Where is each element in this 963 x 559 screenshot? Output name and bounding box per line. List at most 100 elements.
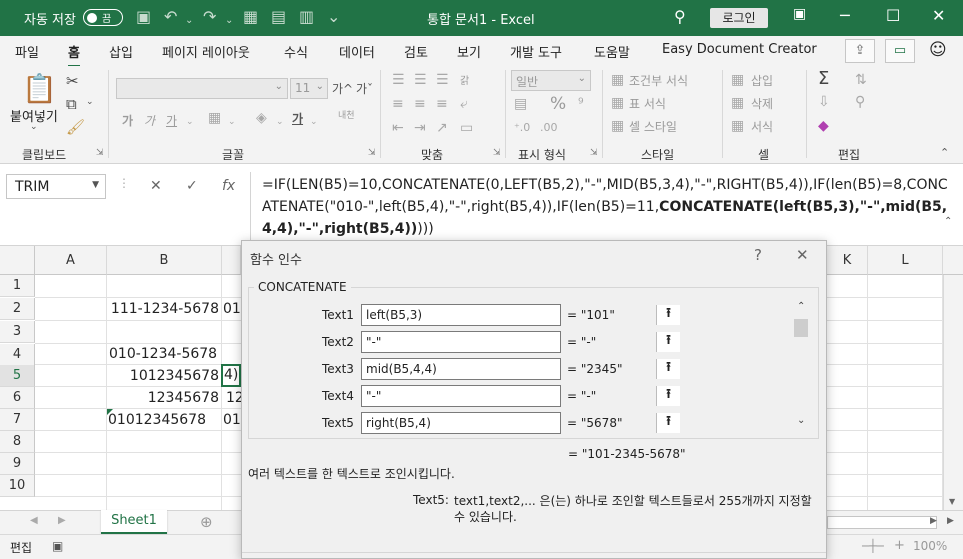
cell-b2[interactable]: 111-1234-5678 (108, 298, 219, 320)
undo-dropdown-icon[interactable]: ⌄ (185, 12, 193, 30)
copy-icon[interactable]: ⧉ (66, 95, 77, 113)
scroll-up-icon[interactable]: ⌃ (797, 301, 805, 312)
merge-center-icon[interactable]: ▭ (460, 120, 473, 136)
wrap-text-icon[interactable]: ⤶ (460, 96, 468, 112)
scroll-right-end-icon[interactable]: ▶ (947, 516, 954, 526)
cell-c5-active[interactable]: 4)) (221, 364, 241, 387)
arg-input-text2[interactable]: "-" ⭱ (361, 331, 680, 353)
cell-b4[interactable]: 010-1234-5678 (109, 343, 220, 365)
horizontal-scrollbar[interactable] (827, 516, 937, 529)
save-icon[interactable]: ▣ (136, 8, 151, 26)
decrease-indent-icon[interactable]: ⇤ (392, 120, 404, 136)
zoom-in-icon[interactable]: + (894, 538, 905, 553)
tab-developer[interactable]: 개발 도구 (510, 42, 562, 61)
column-header-b[interactable]: B (107, 246, 222, 275)
column-header-k[interactable]: K (827, 246, 868, 275)
fill-color-icon[interactable]: ◈ (256, 110, 267, 126)
align-top-icon[interactable]: ☰ (392, 72, 405, 88)
column-header-l[interactable]: L (868, 246, 943, 275)
align-center-icon[interactable]: ≡ (414, 96, 426, 112)
alignment-launcher-icon[interactable]: ⇲ (493, 148, 501, 158)
column-header-a[interactable]: A (35, 246, 107, 275)
sort-filter-icon[interactable]: ⇅ (855, 72, 867, 88)
cell-styles-button[interactable]: 셀 스타일 (629, 118, 677, 135)
paste-icon[interactable]: 📋 (22, 72, 57, 105)
macro-record-icon[interactable]: ▣ (52, 539, 63, 553)
tab-file[interactable]: 파일 (15, 42, 39, 61)
collapse-dialog-icon[interactable]: ⭱ (656, 386, 680, 406)
row-header-6[interactable]: 6 (0, 387, 35, 409)
tab-data[interactable]: 데이터 (339, 42, 375, 61)
autosum-button[interactable]: Σ (818, 68, 829, 89)
arguments-scrollbar[interactable]: ⌃ ⌄ (792, 301, 810, 429)
customize-qat-icon[interactable]: ⌄ (327, 8, 340, 26)
comments-button[interactable]: ▭ (885, 39, 915, 63)
collapse-dialog-icon[interactable]: ⭱ (656, 305, 680, 325)
arg-input-text4[interactable]: "-" ⭱ (361, 385, 680, 407)
number-format-dropdown[interactable]: 일반 ⌄ (511, 70, 591, 91)
feedback-smiley-icon[interactable]: ☺ (929, 40, 947, 60)
format-painter-icon[interactable]: 🖌 (66, 118, 85, 136)
text-direction-icon[interactable]: ↗ (436, 120, 448, 136)
table-icon[interactable]: ▦ (243, 8, 258, 26)
find-select-icon[interactable]: ⚲ (855, 94, 865, 110)
align-bottom-icon[interactable]: ☰ (436, 72, 449, 88)
select-all-corner[interactable] (0, 246, 35, 275)
cell-b6[interactable]: 12345678 (108, 387, 219, 409)
sheet-tab-sheet1[interactable]: Sheet1 (101, 510, 167, 534)
autosave-toggle[interactable]: 끔 (83, 9, 123, 26)
bold-button[interactable]: 가 (122, 112, 133, 129)
format-as-table-button[interactable]: 표 서식 (629, 95, 666, 112)
row-header-2[interactable]: 2 (0, 298, 35, 320)
form-icon[interactable]: ▤ (271, 8, 286, 26)
font-color-dropdown-icon[interactable]: ⌄ (310, 114, 318, 130)
scroll-thumb[interactable] (794, 319, 808, 337)
cell-c2[interactable]: 01 (223, 298, 241, 320)
collapse-ribbon-icon[interactable]: ⌃ (940, 146, 949, 159)
column-header-c[interactable] (222, 246, 241, 275)
font-launcher-icon[interactable]: ⇲ (368, 148, 376, 158)
align-middle-icon[interactable]: ☰ (414, 72, 427, 88)
underline-button[interactable]: 가 (166, 112, 177, 129)
font-shrink-button[interactable]: 가ˇ (356, 80, 373, 97)
collapse-dialog-icon[interactable]: ⭱ (656, 359, 680, 379)
decrease-decimal-icon[interactable]: .00 (540, 120, 558, 136)
arg-input-text3[interactable]: mid(B5,4,4) ⭱ (361, 358, 680, 380)
clear-icon[interactable]: ◆ (818, 118, 829, 134)
cell-c6[interactable]: 12 (226, 387, 241, 409)
zoom-slider-icon[interactable]: ─┼─ (862, 539, 884, 553)
insert-function-icon[interactable]: fx (222, 178, 235, 194)
minimize-icon[interactable]: ─ (840, 6, 850, 25)
align-right-icon[interactable]: ≡ (436, 96, 448, 112)
formula-input[interactable]: =IF(LEN(B5)=10,CONCATENATE(0,LEFT(B5,2),… (262, 174, 952, 240)
orientation-button[interactable]: 갉 (460, 72, 469, 87)
grid-icon[interactable]: ▥ (299, 8, 314, 26)
row-header-9[interactable]: 9 (0, 453, 35, 475)
cell-b5[interactable]: 1012345678 (108, 365, 219, 387)
collapse-dialog-icon[interactable]: ⭱ (656, 332, 680, 352)
next-sheet-icon[interactable]: ▶ (58, 515, 66, 526)
row-header-3[interactable]: 3 (0, 321, 35, 343)
cancel-entry-icon[interactable]: ✕ (150, 178, 162, 194)
vertical-scrollbar[interactable]: ▼ (943, 275, 963, 510)
font-size-dropdown[interactable]: 11 ⌄ (290, 78, 328, 99)
row-header-10[interactable]: 10 (0, 475, 35, 497)
tab-view[interactable]: 보기 (457, 42, 481, 61)
redo-icon[interactable]: ↷ (203, 8, 216, 26)
scroll-down-icon[interactable]: ⌄ (797, 415, 805, 426)
tab-formulas[interactable]: 수식 (284, 42, 308, 61)
underline-dropdown-icon[interactable]: ⌄ (186, 114, 194, 130)
delete-cells-button[interactable]: 삭제 (751, 95, 773, 112)
prev-sheet-icon[interactable]: ◀ (30, 515, 38, 526)
search-icon[interactable]: ⚲ (674, 8, 686, 26)
number-launcher-icon[interactable]: ⇲ (590, 148, 598, 158)
cell-b7[interactable]: 01012345678 (108, 409, 219, 431)
help-button[interactable]: ? (754, 246, 762, 264)
format-as-table-icon[interactable]: ▦ (611, 95, 624, 111)
cell-c7[interactable]: 01 (223, 409, 241, 431)
increase-indent-icon[interactable]: ⇥ (414, 120, 426, 136)
arg-input-text5[interactable]: right(B5,4) ⭱ (361, 412, 680, 434)
tab-insert[interactable]: 삽입 (109, 42, 133, 61)
tab-review[interactable]: 검토 (404, 42, 428, 61)
redo-dropdown-icon[interactable]: ⌄ (225, 12, 233, 30)
